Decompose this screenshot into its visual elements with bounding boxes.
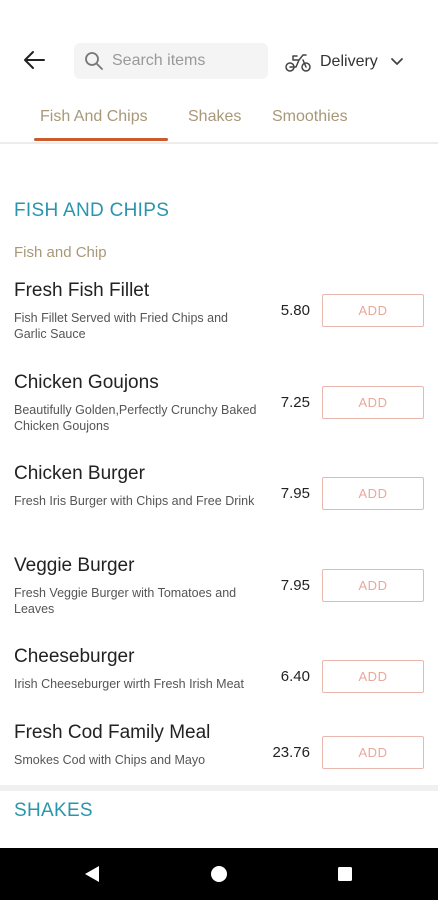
section-divider <box>0 785 438 791</box>
item-description: Beautifully Golden,Perfectly Crunchy Bak… <box>14 403 257 433</box>
add-button[interactable]: ADD <box>322 477 424 510</box>
delivery-mode-selector[interactable]: Delivery <box>284 46 404 78</box>
arrow-left-icon <box>24 51 45 69</box>
menu-item: Fresh Fish Fillet Fish Fillet Served wit… <box>0 280 438 360</box>
search-box[interactable] <box>74 43 268 79</box>
chevron-down-icon <box>390 58 403 65</box>
back-button[interactable] <box>18 44 50 76</box>
active-tab-indicator <box>34 138 168 141</box>
item-price: 5.80 <box>280 302 310 319</box>
system-navigation-bar <box>0 848 438 900</box>
nav-home-button[interactable] <box>207 862 231 886</box>
item-price: 7.25 <box>280 394 310 411</box>
scooter-icon <box>285 54 311 72</box>
tab-fish-and-chips[interactable]: Fish And Chips <box>40 108 148 126</box>
menu-item: Veggie Burger Fresh Veggie Burger with T… <box>0 555 438 635</box>
item-price: 7.95 <box>280 485 310 502</box>
item-name: Fresh Fish Fillet <box>14 280 150 301</box>
tab-smoothies[interactable]: Smoothies <box>272 108 348 126</box>
item-name: Veggie Burger <box>14 555 135 576</box>
add-button[interactable]: ADD <box>322 569 424 602</box>
tab-shakes[interactable]: Shakes <box>188 108 241 126</box>
item-description: Irish Cheeseburger wirth Fresh Irish Mea… <box>14 677 244 691</box>
menu-item: Cheeseburger Irish Cheeseburger wirth Fr… <box>0 646 438 726</box>
menu-item: Chicken Burger Fresh Iris Burger with Ch… <box>0 463 438 543</box>
item-description: Fresh Iris Burger with Chips and Free Dr… <box>14 494 255 508</box>
item-description: Fresh Veggie Burger with Tomatoes and Le… <box>14 586 237 616</box>
item-name: Cheeseburger <box>14 646 135 667</box>
add-button[interactable]: ADD <box>322 660 424 693</box>
add-button[interactable]: ADD <box>322 386 424 419</box>
item-price: 6.40 <box>280 668 310 685</box>
item-name: Fresh Cod Family Meal <box>14 722 211 743</box>
section-subtitle: Fish and Chip <box>14 244 107 261</box>
top-bar: Delivery <box>0 0 438 100</box>
item-name: Chicken Goujons <box>14 372 159 393</box>
category-tabs: Fish And Chips Shakes Smoothies <box>0 100 438 144</box>
item-price: 7.95 <box>280 577 310 594</box>
item-description: Fish Fillet Served with Fried Chips and … <box>14 311 228 341</box>
circle-home-icon <box>211 866 227 882</box>
menu-item: Chicken Goujons Beautifully Golden,Perfe… <box>0 372 438 452</box>
section-title-fish-and-chips: FISH AND CHIPS <box>14 200 170 221</box>
triangle-back-icon <box>85 866 99 882</box>
search-input[interactable] <box>112 52 262 70</box>
delivery-label: Delivery <box>320 53 378 70</box>
item-price: 23.76 <box>272 744 310 761</box>
add-button[interactable]: ADD <box>322 294 424 327</box>
item-name: Chicken Burger <box>14 463 145 484</box>
nav-recents-button[interactable] <box>333 862 357 886</box>
section-title-shakes: SHAKES <box>14 800 93 821</box>
add-button[interactable]: ADD <box>322 736 424 769</box>
square-recents-icon <box>338 867 352 881</box>
item-description: Smokes Cod with Chips and Mayo <box>14 753 206 767</box>
search-icon <box>85 52 103 70</box>
nav-back-button[interactable] <box>80 862 104 886</box>
